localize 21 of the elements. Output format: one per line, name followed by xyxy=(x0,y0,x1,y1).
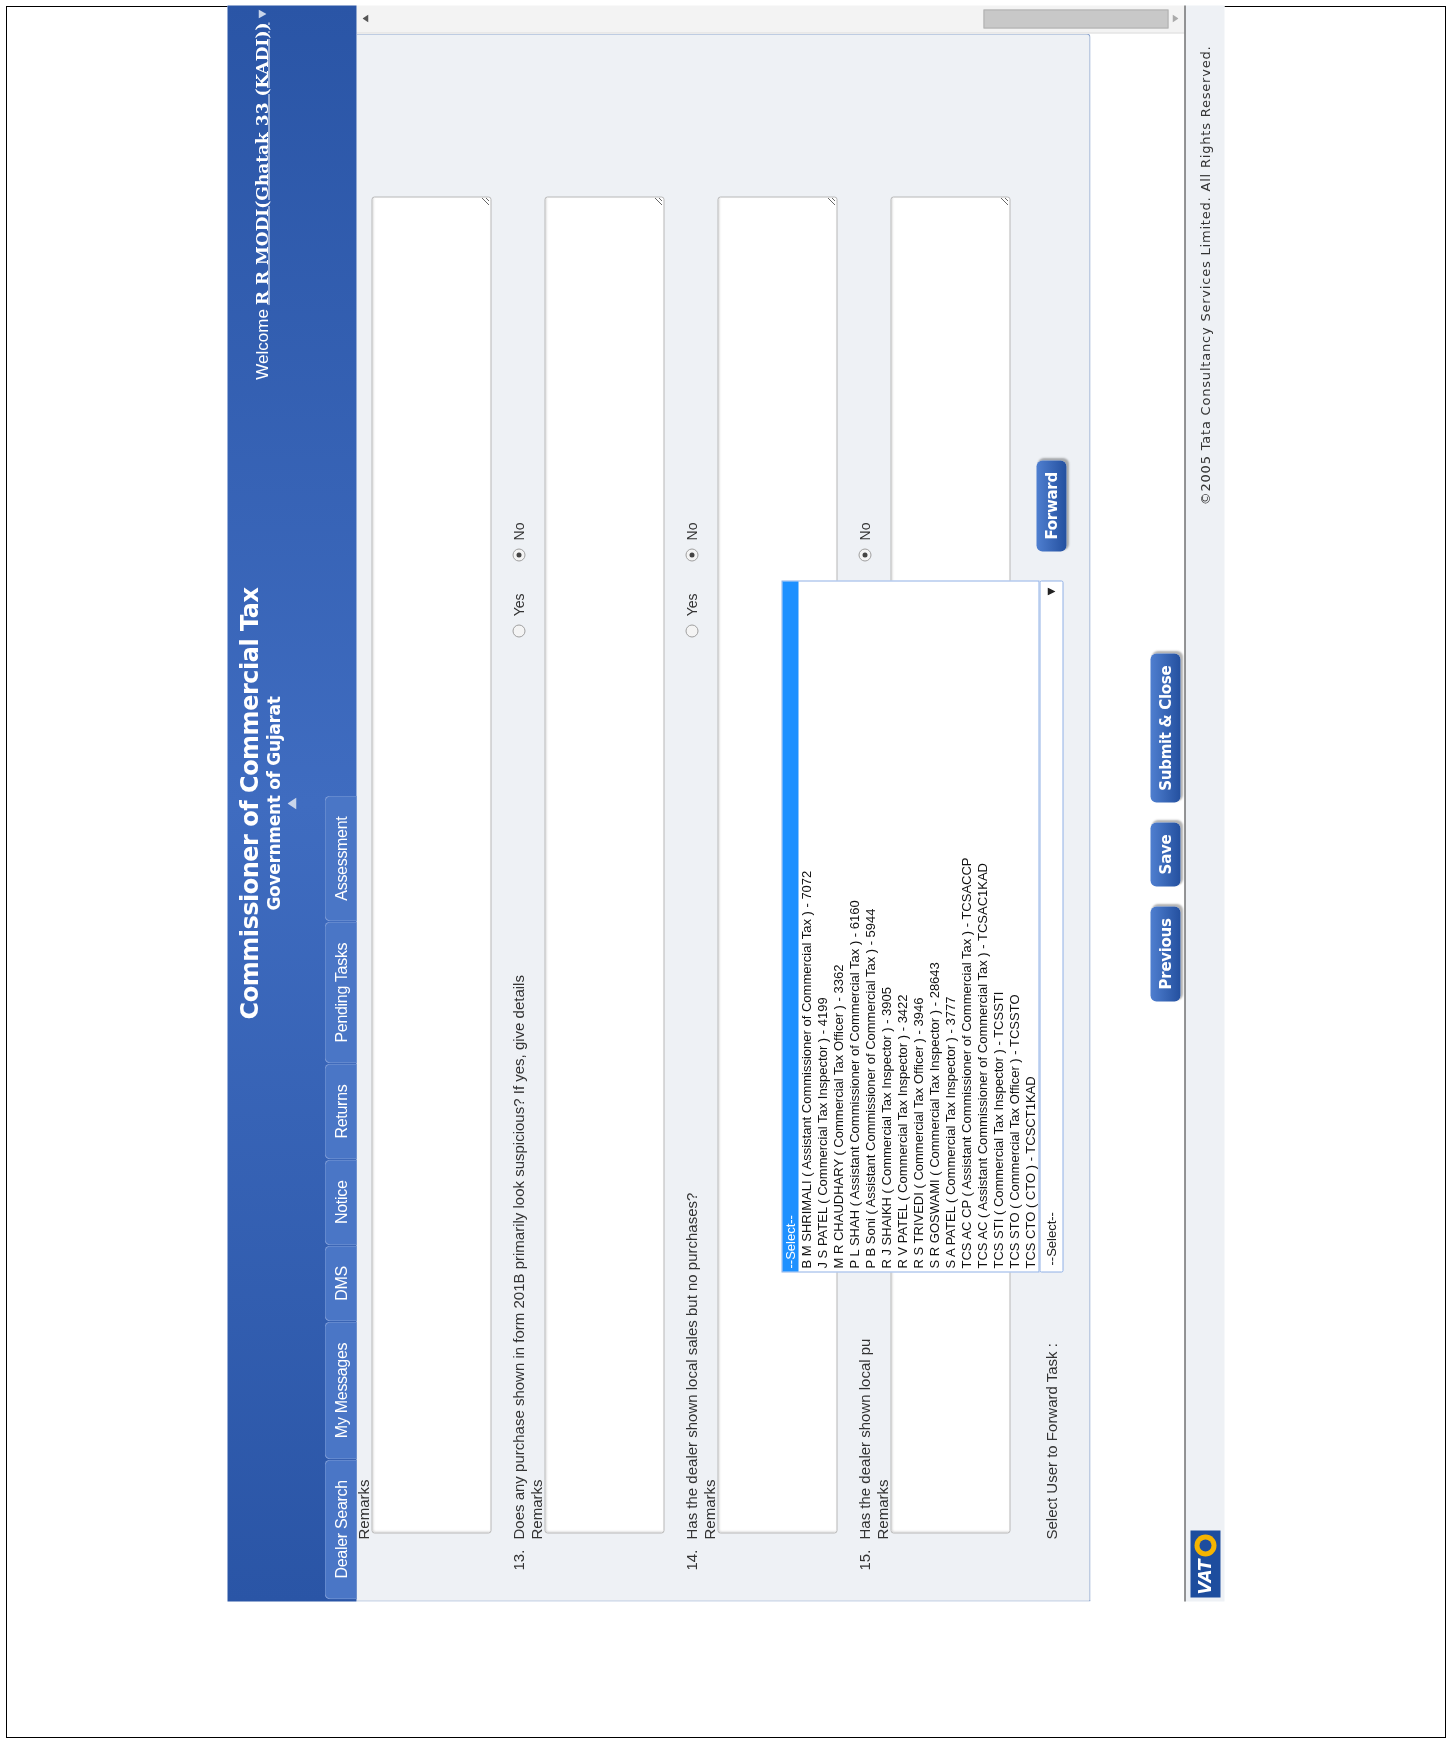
remarks-label: Remarks xyxy=(875,1479,890,1540)
remarks-label: Remarks xyxy=(529,1479,544,1540)
forward-label: Select User to Forward Task : xyxy=(1041,1342,1061,1540)
question-number: 13. xyxy=(508,1548,528,1571)
radio-label: No xyxy=(855,522,873,541)
remarks-label: Remarks xyxy=(702,1479,717,1540)
radio-label: No xyxy=(509,522,527,541)
page-title: Commissioner of Commercial Tax xyxy=(235,587,264,1020)
welcome-label: Welcome xyxy=(251,309,273,380)
radio-label: No xyxy=(682,522,700,541)
question-number: 15. xyxy=(854,1548,874,1571)
radio-label: Yes xyxy=(509,593,527,617)
radio-label: Yes xyxy=(682,593,700,617)
question-text: Has the dealer shown local sales but no purchases? xyxy=(681,1192,701,1540)
question-number: 14. xyxy=(681,1548,701,1571)
question-text: Does any purchase shown in form 201B primarily look suspicious? If yes, give details xyxy=(508,975,528,1540)
page-subtitle: Government of Gujarat xyxy=(263,696,284,911)
remarks-label: Remarks xyxy=(356,1479,371,1540)
question-text: Has the dealer shown local pu xyxy=(854,1338,874,1540)
copyright-text: ©2005 Tata Consultancy Services Limited. All Rights Reserved. xyxy=(1196,45,1214,506)
logo-text: VAT xyxy=(1193,1559,1216,1595)
